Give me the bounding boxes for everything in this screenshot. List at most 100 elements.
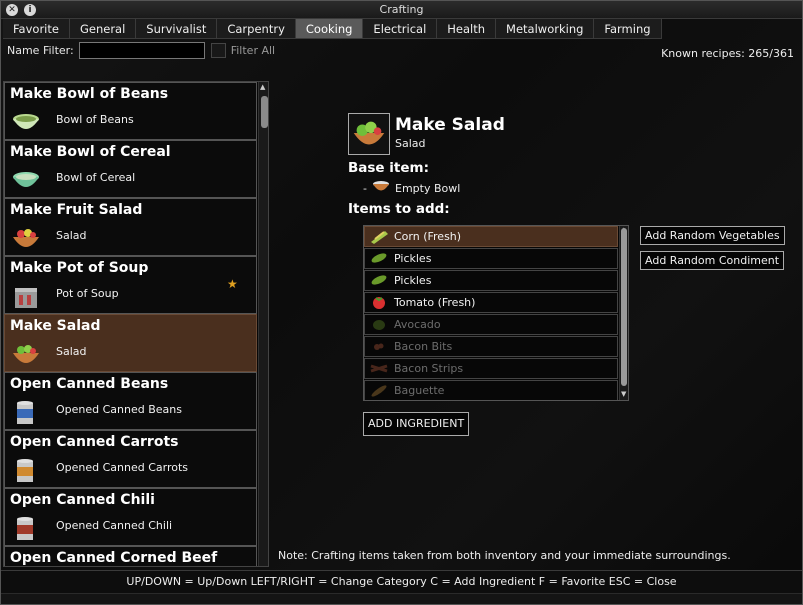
recipe-list-scroll-thumb[interactable] (261, 96, 268, 128)
recipe-result: Pot of Soup (56, 287, 119, 300)
name-filter-label: Name Filter: (7, 43, 74, 57)
base-item-dash: - (363, 182, 367, 195)
bowl-of-beans-icon (13, 114, 39, 129)
tab-carpentry[interactable]: Carpentry (217, 19, 296, 39)
salad-icon (13, 229, 39, 247)
recipe-item[interactable]: Make Fruit Salad Salad (4, 198, 257, 256)
recipe-item[interactable]: Open Canned Carrots Opened Canned Carrot… (4, 430, 257, 488)
close-icon[interactable]: ✕ (6, 4, 18, 16)
recipe-title: Make Salad (10, 318, 101, 334)
crafting-note: Note: Crafting items taken from both inv… (278, 549, 731, 562)
bowl-of-cereal-icon (13, 172, 39, 187)
recipe-title: Make Fruit Salad (10, 202, 143, 218)
add-random-vegetables-button[interactable]: Add Random Vegetables (640, 226, 785, 245)
recipe-result: Salad (56, 229, 87, 242)
can-icon (17, 459, 33, 482)
recipe-title: Make Bowl of Beans (10, 86, 169, 102)
category-tabs: Favorite General Survivalist Carpentry C… (3, 19, 662, 39)
tab-survivalist[interactable]: Survivalist (136, 19, 218, 39)
ingredient-row[interactable]: Pickles (364, 248, 618, 269)
filter-all-checkbox[interactable] (210, 42, 226, 58)
can-icon (17, 517, 33, 540)
add-ingredient-button[interactable]: ADD INGREDIENT (363, 412, 470, 436)
recipe-title: Open Canned Beans (10, 376, 169, 392)
can-icon (17, 401, 33, 424)
recipe-result: Opened Canned Beans (56, 403, 182, 416)
corn-icon (371, 231, 388, 244)
crafting-window: ✕ i Crafting Favorite General Survivalis… (0, 0, 803, 605)
recipe-result: Opened Canned Chili (56, 519, 173, 532)
salad-icon (13, 345, 39, 363)
tab-metalworking[interactable]: Metalworking (496, 19, 595, 39)
ingredient-label: Avocado (394, 318, 441, 331)
recipe-item-selected[interactable]: Make Salad Salad (4, 314, 257, 372)
window-title: Crafting (379, 3, 424, 16)
ingredient-label: Pickles (394, 252, 432, 265)
ingredient-scroll-thumb[interactable] (621, 228, 627, 386)
recipe-result: Bowl of Cereal (56, 171, 136, 184)
recipe-list[interactable]: Make Bowl of Beans Bowl of Beans Make Bo… (3, 81, 269, 567)
bacon-bits-icon (374, 343, 384, 350)
window-bottom-edge[interactable] (1, 593, 802, 604)
ingredient-row[interactable]: Corn (Fresh) (364, 226, 618, 247)
known-recipes-label: Known recipes: (661, 47, 745, 60)
title-bar[interactable]: ✕ i Crafting (1, 1, 802, 19)
ingredient-row[interactable]: Avocado (364, 314, 618, 335)
recipe-item[interactable]: Open Canned Chili Opened Canned Chili (4, 488, 257, 546)
detail-result: Salad (395, 137, 426, 150)
avocado-icon (373, 320, 385, 330)
empty-bowl-icon (373, 181, 389, 191)
filter-row: Name Filter: Filter All (7, 41, 275, 59)
recipe-title: Open Canned Corned Beef (10, 550, 218, 566)
favorite-star-icon[interactable]: ★ (227, 277, 238, 291)
ingredient-label: Corn (Fresh) (394, 230, 462, 243)
known-recipes-count: 265/361 (748, 47, 794, 60)
base-item-name: Empty Bowl (395, 182, 461, 195)
recipe-result: Salad (56, 345, 87, 358)
scroll-down-icon[interactable]: ▼ (621, 390, 626, 398)
scroll-up-icon[interactable]: ▲ (260, 83, 265, 91)
known-recipes: Known recipes: 265/361 (661, 47, 794, 60)
ingredient-row[interactable]: Pickles (364, 270, 618, 291)
pot-icon (15, 288, 37, 308)
keyboard-hints: UP/DOWN = Up/Down LEFT/RIGHT = Change Ca… (1, 570, 802, 593)
recipe-list-scrollbar[interactable]: ▲ (258, 82, 268, 566)
tab-farming[interactable]: Farming (594, 19, 662, 39)
tab-cooking[interactable]: Cooking (295, 19, 364, 39)
ingredient-list-scrollbar[interactable]: ▲ ▼ (619, 226, 628, 400)
name-filter-input[interactable] (78, 41, 205, 59)
ingredient-row[interactable]: Tomato (Fresh) (364, 292, 618, 313)
tab-health[interactable]: Health (437, 19, 497, 39)
recipe-item[interactable]: Make Bowl of Cereal Bowl of Cereal (4, 140, 257, 198)
add-random-condiment-button[interactable]: Add Random Condiment (640, 251, 785, 270)
bacon-strips-icon (370, 364, 388, 373)
baguette-icon (371, 385, 387, 397)
tab-general[interactable]: General (69, 19, 137, 39)
ingredient-label: Pickles (394, 274, 432, 287)
recipe-item[interactable]: Open Canned Corned Beef (4, 546, 257, 566)
salad-icon (348, 113, 390, 155)
recipe-title: Open Canned Carrots (10, 434, 179, 450)
ingredient-row[interactable]: Bacon Bits (364, 336, 618, 357)
ingredient-label: Baguette (394, 384, 445, 397)
pickle-icon (371, 253, 387, 263)
base-item-label: Base item: (348, 160, 429, 176)
recipe-title: Make Bowl of Cereal (10, 144, 171, 160)
recipe-item[interactable]: Open Canned Beans Opened Canned Beans (4, 372, 257, 430)
recipe-item[interactable]: Make Pot of Soup Pot of Soup ★ (4, 256, 257, 314)
tab-favorite[interactable]: Favorite (3, 19, 70, 39)
ingredient-row[interactable]: Baguette (364, 380, 618, 400)
recipe-result: Bowl of Beans (56, 113, 134, 126)
filter-all-label: Filter All (230, 43, 276, 57)
ingredient-list[interactable]: Corn (Fresh) Pickles Pickles Tomato (Fre… (363, 225, 629, 401)
recipe-title: Open Canned Chili (10, 492, 155, 508)
recipe-item[interactable]: Make Bowl of Beans Bowl of Beans (4, 82, 257, 140)
info-icon[interactable]: i (24, 4, 36, 16)
ingredient-row[interactable]: Bacon Strips (364, 358, 618, 379)
ingredient-label: Bacon Bits (394, 340, 453, 353)
ingredient-label: Tomato (Fresh) (394, 296, 476, 309)
items-to-add-label: Items to add: (348, 201, 450, 217)
ingredient-label: Bacon Strips (394, 362, 464, 375)
tab-electrical[interactable]: Electrical (363, 19, 438, 39)
pickle-icon (371, 275, 387, 285)
